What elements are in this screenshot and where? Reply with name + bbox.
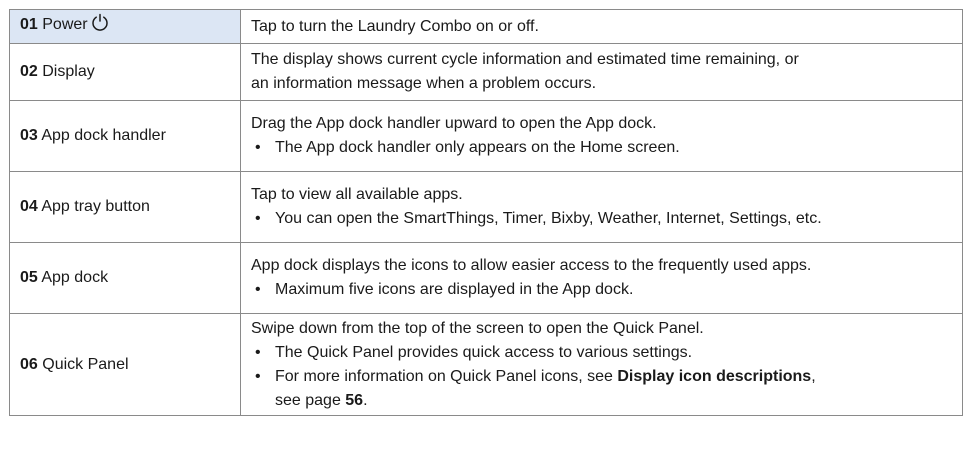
row-title: App dock [41,269,109,286]
bullet-glyph: • [255,281,261,298]
row-title: Quick Panel [42,355,129,373]
bullet-glyph: • [255,343,261,361]
bullet-text: You can open the SmartThings, Timer, Bix… [275,210,822,227]
table-row: 02 Display The display shows current cyc… [9,43,963,101]
row-label: 03 App dock handler [9,100,241,172]
bullet-item: • Maximum five icons are displayed in the… [251,278,954,302]
cross-reference-link[interactable]: Display icon descriptions [617,368,811,385]
bullet-text: The App dock handler only appears on the… [275,139,680,156]
description-text: an information message when a problem oc… [251,75,597,92]
row-number: 04 [20,198,38,215]
row-label: 04 App tray button [9,171,241,243]
description-text: App dock displays the icons to allow eas… [251,257,812,274]
row-title: Display [42,63,95,80]
row-description: Tap to turn the Laundry Combo on or off. [240,9,963,44]
row-label: 01 Power [9,9,241,44]
bullet-glyph: • [255,367,261,385]
row-description: Drag the App dock handler upward to open… [240,100,963,172]
row-label: 02 Display [9,43,241,101]
row-number: 06 [20,355,38,373]
row-label: 06 Quick Panel [9,313,241,416]
description-text: Tap to turn the Laundry Combo on or off. [251,17,539,35]
bullet-text: Maximum five icons are displayed in the … [275,281,634,298]
bullet-text: For more information on Quick Panel icon… [275,367,618,385]
bullet-list: • The Quick Panel provides quick access t… [251,341,954,413]
row-description: The display shows current cycle informat… [240,43,963,101]
description-text: Drag the App dock handler upward to open… [251,115,657,132]
description-text: Swipe down from the top of the screen to… [251,319,704,337]
bullet-list: • Maximum five icons are displayed in the… [251,278,954,302]
row-number: 02 [20,63,38,80]
row-description: App dock displays the icons to allow eas… [240,242,963,314]
bullet-glyph: • [255,139,261,156]
row-title: Power [42,15,88,33]
power-icon [90,13,110,41]
page-reference[interactable]: 56 [345,392,363,409]
table-row: 04 App tray button Tap to view all avail… [9,171,963,243]
row-description: Tap to view all available apps. • You can… [240,171,963,243]
table-row: 01 Power Tap to turn the Laundry Combo o… [9,9,963,44]
row-description: Swipe down from the top of the screen to… [240,313,963,416]
row-number: 03 [20,127,38,144]
bullet-item: • The App dock handler only appears on th… [251,136,954,160]
bullet-text: see page [275,391,346,409]
description-text: The display shows current cycle informat… [251,51,799,68]
bullet-item: • For more information on Quick Panel ico… [251,365,954,413]
bullet-text: , [811,367,816,385]
row-title: App tray button [41,198,150,215]
bullet-list: • You can open the SmartThings, Timer, Bi… [251,207,954,231]
row-label: 05 App dock [9,242,241,314]
bullet-text: The Quick Panel provides quick access to… [275,343,693,361]
table-row: 05 App dock App dock displays the icons … [9,242,963,314]
bullet-list: • The App dock handler only appears on th… [251,136,954,160]
bullet-glyph: • [255,210,261,227]
description-text: Tap to view all available apps. [251,186,463,203]
row-number: 05 [20,269,38,286]
table-row: 03 App dock handler Drag the App dock ha… [9,100,963,172]
bullet-item: • You can open the SmartThings, Timer, Bi… [251,207,954,231]
bullet-item: • The Quick Panel provides quick access t… [251,341,954,365]
table-row: 06 Quick Panel Swipe down from the top o… [9,313,963,416]
bullet-text: . [363,391,368,409]
feature-table: 01 Power Tap to turn the Laundry Combo o… [9,9,963,416]
row-title: App dock handler [41,127,166,144]
row-number: 01 [20,15,38,33]
